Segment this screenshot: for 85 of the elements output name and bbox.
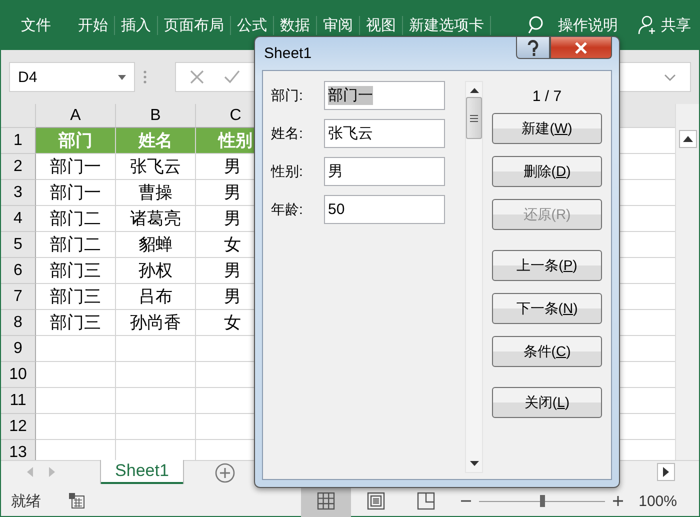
status-text: 就绪 [11, 492, 41, 510]
input-field[interactable]: 部门一 [324, 81, 445, 110]
row-header[interactable]: 6 [1, 258, 36, 284]
table-cell: 部门一 [36, 180, 116, 206]
table-cell: 孙权 [116, 258, 196, 284]
ribbon-tab[interactable]: 数据 [274, 16, 317, 34]
table-cell: 貂蝉 [116, 232, 196, 258]
person-icon[interactable] [638, 15, 658, 35]
scroll-right-button[interactable] [657, 463, 675, 481]
row-header[interactable]: 10 [1, 362, 36, 388]
table-cell: 张飞云 [116, 154, 196, 180]
form-button[interactable]: 关闭(L) [492, 387, 602, 418]
row-header[interactable]: 12 [1, 414, 36, 440]
table-cell: 部门二 [36, 232, 116, 258]
row-header[interactable]: 13 [1, 440, 36, 460]
header-cell: 姓名 [116, 128, 196, 154]
help-icon [527, 40, 539, 56]
ribbon-tab[interactable]: 公式 [231, 16, 274, 34]
input-field[interactable]: 男 [324, 157, 445, 186]
normal-view-icon [316, 492, 335, 510]
form-button[interactable]: 条件(C) [492, 336, 602, 367]
help-button[interactable] [516, 37, 550, 59]
zoom-level: 100% [638, 492, 677, 510]
table-cell: 部门三 [36, 284, 116, 310]
ribbon-tab[interactable]: 插入 [115, 16, 158, 34]
row-header[interactable]: 11 [1, 388, 36, 414]
zoom-in-icon[interactable] [612, 496, 623, 506]
grip-icon [143, 70, 147, 84]
table-cell: 部门三 [36, 310, 116, 336]
table-cell: 诸葛亮 [116, 206, 196, 232]
field-label: 部门: [271, 86, 304, 104]
name-box[interactable]: D4 [9, 62, 135, 92]
record-counter: 1 / 7 [532, 86, 562, 106]
row-header[interactable]: 8 [1, 310, 36, 336]
table-cell: 部门三 [36, 258, 116, 284]
down-arrow-icon[interactable] [470, 461, 478, 466]
header-cell: 部门 [36, 128, 116, 154]
ribbon-tab[interactable]: 视图 [360, 16, 403, 34]
row-header[interactable]: 2 [1, 154, 36, 180]
add-sheet-icon[interactable] [215, 463, 235, 483]
ribbon-tab[interactable]: 文件 [15, 16, 58, 34]
caret-icon [118, 74, 126, 80]
up-arrow-icon[interactable] [470, 88, 478, 93]
tell-me-label[interactable]: 操作说明 [558, 16, 618, 34]
row-header[interactable]: 9 [1, 336, 36, 362]
table-cell: 部门一 [36, 154, 116, 180]
column-header[interactable]: A [36, 104, 116, 128]
row-header[interactable]: 3 [1, 180, 36, 206]
scroll-up-button[interactable] [678, 130, 696, 148]
up-arrow-icon [682, 136, 692, 142]
table-cell: 部门二 [36, 206, 116, 232]
form-button[interactable]: 上一条(P) [492, 250, 602, 281]
sheet-tab[interactable]: Sheet1 [101, 460, 183, 484]
form-button[interactable]: 删除(D) [492, 156, 602, 187]
share-button[interactable]: 共享 [661, 16, 691, 34]
grip-icon [470, 114, 478, 122]
scrollbar[interactable] [465, 81, 483, 473]
ribbon-tab[interactable]: 新建选项卡 [403, 16, 491, 34]
row-header[interactable]: 7 [1, 284, 36, 310]
break-view-icon [416, 492, 435, 510]
right-arrow-icon [663, 467, 669, 477]
form-button[interactable]: 新建(W) [492, 113, 602, 144]
form-button[interactable]: 下一条(N) [492, 293, 602, 324]
check-icon[interactable] [224, 70, 240, 84]
input-field[interactable]: 张飞云 [324, 119, 445, 148]
close-icon [574, 42, 588, 54]
view-button[interactable] [300, 486, 351, 516]
ribbon-tab[interactable]: 开始 [72, 16, 115, 34]
dialog-title: Sheet1 [263, 45, 312, 62]
page-view-icon [366, 492, 385, 510]
ribbon-tab[interactable]: 审阅 [317, 16, 360, 34]
row-header[interactable]: 5 [1, 232, 36, 258]
table-cell: 曹操 [116, 180, 196, 206]
row-header[interactable]: 4 [1, 206, 36, 232]
expand-icon[interactable] [664, 74, 676, 80]
scroll-thumb[interactable] [466, 97, 482, 139]
input-field[interactable]: 50 [324, 195, 445, 224]
ribbon-tab[interactable]: 页面布局 [158, 16, 231, 34]
table-cell: 吕布 [116, 284, 196, 310]
zoom-slider[interactable] [478, 495, 605, 507]
row-header[interactable]: 1 [1, 128, 36, 154]
close-button[interactable] [550, 37, 612, 59]
column-header[interactable]: B [116, 104, 196, 128]
macro-icon[interactable] [69, 493, 85, 509]
table-cell: 孙尚香 [116, 310, 196, 336]
